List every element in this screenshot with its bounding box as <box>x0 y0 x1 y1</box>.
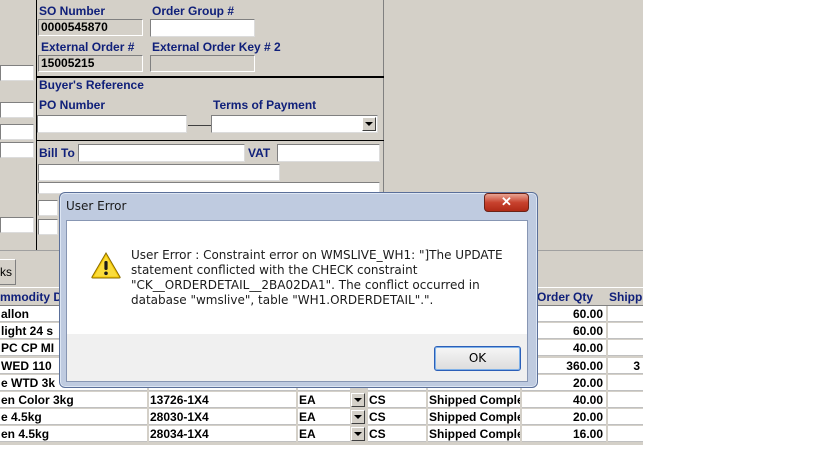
table-cell-qty[interactable]: 20.00 <box>522 409 606 426</box>
table-cell-pack[interactable]: CS <box>368 392 426 408</box>
external-order-key2-field <box>150 55 255 72</box>
error-message: User Error : Constraint error on WMSLIVE… <box>131 248 503 307</box>
order-group-input[interactable] <box>150 19 255 37</box>
table-cell-extra[interactable] <box>608 426 643 443</box>
chevron-down-icon <box>354 415 362 420</box>
table-cell-extra[interactable] <box>608 374 643 391</box>
table-cell-qty[interactable]: 16.00 <box>522 426 606 443</box>
table-cell-sku[interactable]: 28034-1X4 <box>149 426 296 443</box>
table-cell-extra[interactable] <box>608 409 643 426</box>
external-order-key2-label: External Order Key # 2 <box>152 40 281 54</box>
table-cell-commodity[interactable]: en Color 3kg <box>0 392 147 408</box>
uom-dropdown-button[interactable] <box>351 427 365 442</box>
buyers-reference-label: Buyer's Reference <box>39 78 144 92</box>
address-line-3[interactable] <box>38 200 58 216</box>
table-cell-uom[interactable]: EA <box>298 426 350 443</box>
tab-ks[interactable]: ks <box>0 259 16 285</box>
uom-dropdown-button[interactable] <box>351 410 365 425</box>
table-cell-extra[interactable] <box>608 340 643 357</box>
bill-to-label: Bill To <box>39 146 75 160</box>
uom-dropdown-button[interactable] <box>351 393 365 407</box>
table-cell-sku[interactable]: 28030-1X4 <box>149 409 296 426</box>
vat-label: VAT <box>248 146 271 160</box>
terms-of-payment-label: Terms of Payment <box>213 98 317 112</box>
po-number-label: PO Number <box>39 98 106 112</box>
tab-label: ks <box>0 265 12 279</box>
left-field-2[interactable] <box>0 102 34 118</box>
table-row[interactable]: en 4.5kg 28034-1X4 EA CS Shipped Comple 16.00 <box>0 426 643 443</box>
terms-dropdown-button[interactable] <box>362 117 376 131</box>
table-cell-pack[interactable]: CS <box>368 409 426 426</box>
table-cell-extra[interactable] <box>608 392 643 408</box>
address-line-1[interactable] <box>38 164 280 181</box>
table-cell-sku[interactable]: 13726-1X4 <box>149 392 296 408</box>
terms-of-payment-select[interactable] <box>211 115 378 133</box>
field-connector <box>188 125 212 126</box>
desktop-area <box>643 0 819 460</box>
ok-button[interactable]: OK <box>434 346 521 371</box>
order-group-label: Order Group # <box>152 4 235 18</box>
table-row[interactable]: e 4.5kg 28030-1X4 EA CS Shipped Comple 20.00 <box>0 409 643 426</box>
dialog-title: User Error <box>66 199 127 213</box>
warning-icon <box>91 252 121 279</box>
close-icon: ✕ <box>501 194 512 209</box>
table-cell-commodity[interactable]: e 4.5kg <box>0 409 147 426</box>
table-cell-extra[interactable] <box>608 323 643 340</box>
po-number-input[interactable] <box>37 115 187 133</box>
external-order-field: 15005215 <box>38 55 143 72</box>
address-line-4[interactable] <box>38 219 58 235</box>
so-number-label: SO Number <box>39 4 106 18</box>
table-cell-status[interactable]: Shipped Comple <box>428 426 520 443</box>
section-divider-mid <box>36 140 384 141</box>
external-order-label: External Order # <box>41 40 135 54</box>
dialog-close-button[interactable]: ✕ <box>484 193 529 212</box>
table-cell-extra[interactable] <box>608 306 643 322</box>
table-row[interactable]: en Color 3kg 13726-1X4 EA CS Shipped Comple 4… <box>0 392 643 409</box>
table-cell-uom[interactable]: EA <box>298 392 350 408</box>
table-cell-status[interactable]: Shipped Comple <box>428 409 520 426</box>
table-cell-uom[interactable]: EA <box>298 409 350 426</box>
chevron-down-icon <box>354 432 362 437</box>
left-field-5[interactable] <box>0 217 34 233</box>
table-cell-status[interactable]: Shipped Comple <box>428 392 520 408</box>
chevron-down-icon <box>354 398 362 402</box>
chevron-down-icon <box>365 122 373 126</box>
desktop-area-bottom <box>0 445 643 460</box>
table-cell-extra[interactable]: 3 <box>608 357 643 374</box>
header-commodity[interactable]: mmodity D <box>0 290 62 304</box>
table-cell-commodity[interactable]: en 4.5kg <box>0 426 147 443</box>
bill-to-input[interactable] <box>78 144 245 162</box>
left-field-1[interactable] <box>0 65 34 81</box>
header-order-qty[interactable]: Order Qty <box>537 290 593 304</box>
header-shipped[interactable]: Shipp <box>609 290 642 304</box>
left-field-4[interactable] <box>0 142 34 158</box>
table-cell-pack[interactable]: CS <box>368 426 426 443</box>
vat-input[interactable] <box>277 144 380 162</box>
table-cell-qty[interactable]: 40.00 <box>522 392 606 408</box>
left-field-3[interactable] <box>0 124 34 140</box>
so-number-field: 0000545870 <box>38 19 143 36</box>
